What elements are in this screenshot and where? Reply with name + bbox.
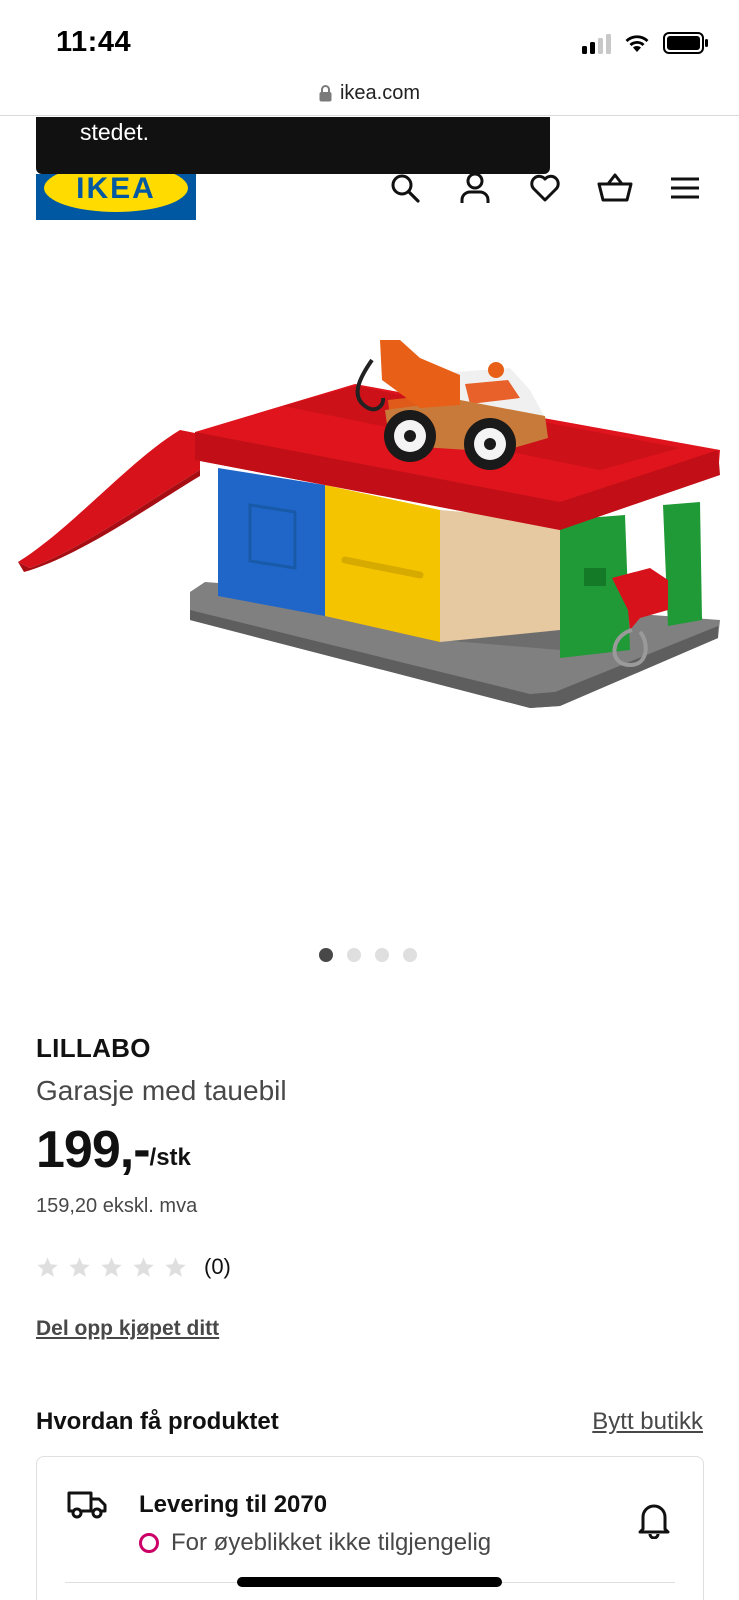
rating-count: (0) bbox=[204, 1254, 231, 1279]
rating[interactable]: (0) bbox=[36, 1254, 231, 1280]
availability-heading: Hvordan få produktet bbox=[36, 1408, 279, 1435]
product-image[interactable] bbox=[0, 320, 739, 740]
split-payment-link[interactable]: Del opp kjøpet ditt bbox=[36, 1317, 219, 1341]
status-icons bbox=[582, 32, 709, 54]
price-value: 199,- bbox=[36, 1121, 151, 1179]
carousel-dot[interactable] bbox=[375, 948, 389, 962]
menu-button[interactable] bbox=[667, 170, 703, 206]
carousel-dot[interactable] bbox=[319, 948, 333, 962]
search-icon bbox=[391, 174, 420, 203]
bell-icon[interactable] bbox=[637, 1501, 671, 1539]
lock-icon bbox=[319, 85, 332, 102]
star-icon bbox=[37, 1256, 58, 1277]
url-text: ikea.com bbox=[339, 82, 421, 104]
status-bar: 11:44 bbox=[0, 0, 739, 75]
favourites-button[interactable] bbox=[527, 170, 563, 206]
ikea-logo-mark: IKEA bbox=[36, 174, 196, 220]
delivery-status-text: For øyeblikket ikke tilgjengelig bbox=[171, 1529, 492, 1556]
garage-toy-illustration bbox=[18, 340, 720, 708]
ikea-logo[interactable]: IKEA bbox=[36, 174, 196, 220]
price-unit: /stk bbox=[149, 1144, 191, 1171]
product-price: 199,- /stk bbox=[36, 1124, 191, 1176]
star-icon bbox=[133, 1256, 154, 1277]
svg-text:IKEA: IKEA bbox=[76, 174, 156, 205]
header-icons bbox=[387, 170, 703, 206]
carousel-dot[interactable] bbox=[403, 948, 417, 962]
product-brand: LILLABO bbox=[36, 1033, 151, 1063]
product-description: Garasje med tauebil bbox=[36, 1075, 287, 1106]
cellular-signal-icon bbox=[582, 32, 611, 54]
delivery-status: For øyeblikket ikke tilgjengelig bbox=[139, 1529, 491, 1557]
search-button[interactable] bbox=[387, 170, 423, 206]
status-time: 11:44 bbox=[56, 26, 132, 58]
image-carousel-dots bbox=[319, 948, 417, 962]
heart-icon bbox=[530, 174, 560, 202]
star-icon bbox=[69, 1256, 90, 1277]
delivery-title: Levering til 2070 bbox=[139, 1491, 328, 1518]
change-store-link[interactable]: Bytt butikk bbox=[592, 1408, 703, 1436]
profile-icon bbox=[460, 172, 490, 203]
carousel-dot[interactable] bbox=[347, 948, 361, 962]
star-icon bbox=[165, 1256, 186, 1277]
profile-button[interactable] bbox=[457, 170, 493, 206]
toast-text: stedet. bbox=[80, 119, 150, 145]
status-indicator-icon bbox=[139, 1533, 159, 1553]
battery-icon bbox=[663, 32, 708, 54]
wifi-icon bbox=[625, 35, 649, 52]
basket-icon bbox=[597, 173, 633, 202]
price-ex-vat: 159,20 ekskl. mva bbox=[36, 1195, 198, 1217]
truck-icon bbox=[67, 1491, 107, 1519]
notification-toast: stedet. bbox=[36, 117, 550, 174]
browser-url-bar[interactable]: ikea.com bbox=[0, 72, 739, 116]
basket-button[interactable] bbox=[597, 170, 633, 206]
star-icon bbox=[101, 1256, 122, 1277]
menu-icon bbox=[671, 177, 699, 199]
home-indicator[interactable] bbox=[237, 1577, 502, 1587]
